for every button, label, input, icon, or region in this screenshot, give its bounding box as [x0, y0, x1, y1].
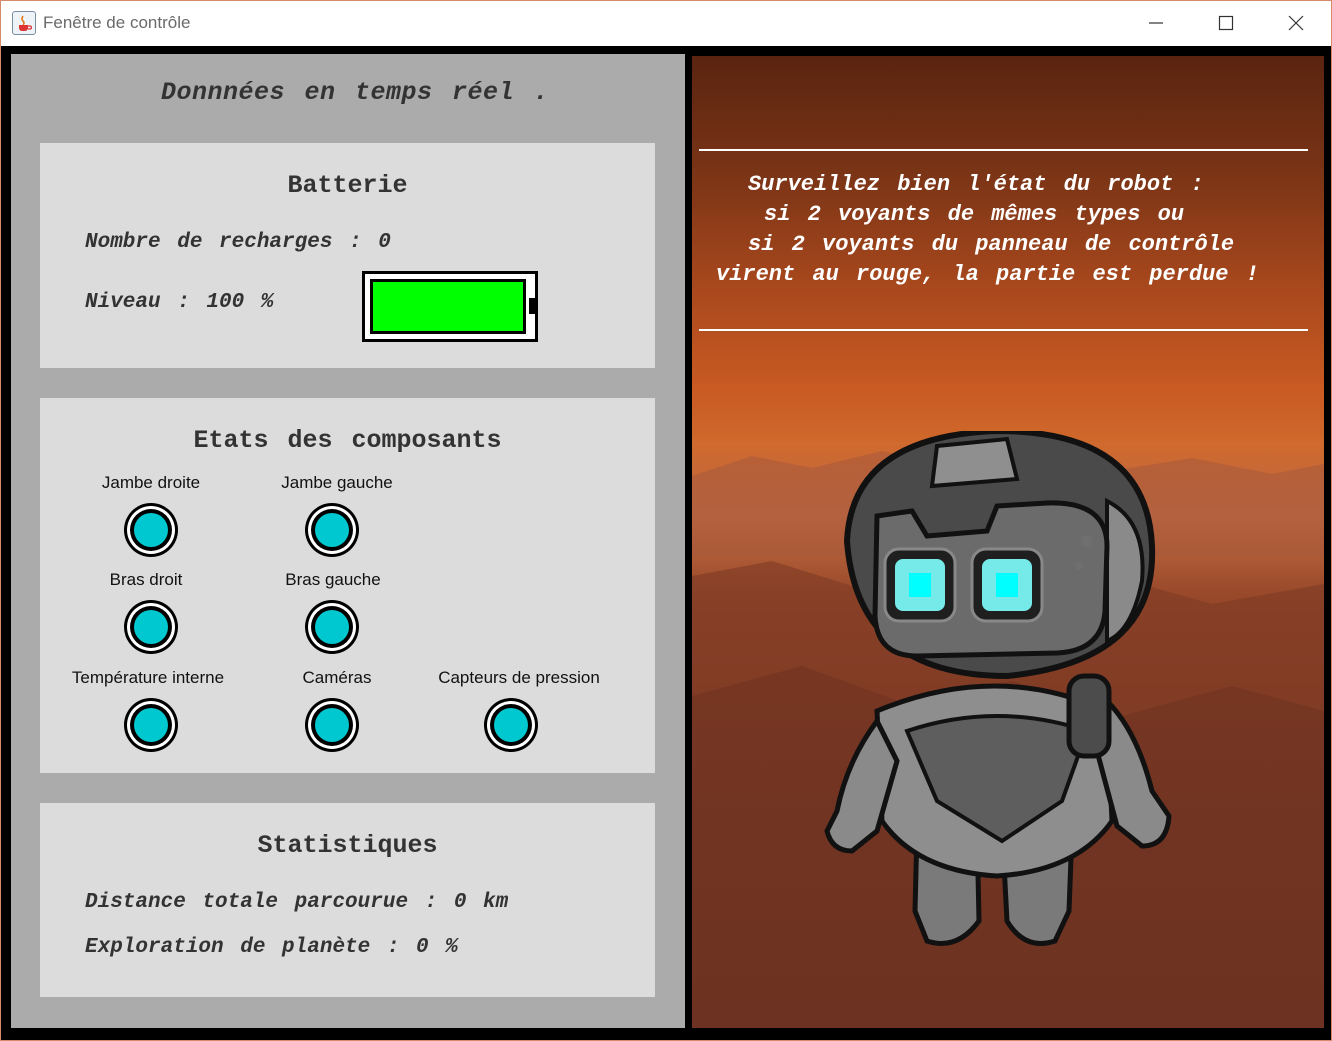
battery-title: Batterie [287, 171, 408, 200]
maximize-button[interactable] [1191, 1, 1261, 46]
window-title: Fenêtre de contrôle [43, 13, 191, 32]
close-icon [1288, 15, 1304, 31]
component-label: Bras droit [109, 570, 183, 589]
battery-card: Batterie Nombre de recharges : 0 Niveau … [40, 143, 655, 368]
warning-line: virent au rouge, la partie est perdue ! [716, 262, 1259, 287]
component-label: Jambe droite [101, 473, 201, 492]
planet-exploration: Exploration de planète : 0 % [85, 936, 458, 959]
component-bras-droit: Bras droit [66, 570, 226, 654]
status-led-icon [124, 600, 178, 654]
warning-line: si 2 voyants de mêmes types ou [764, 202, 1185, 227]
status-led-icon [124, 503, 178, 557]
warning-line: si 2 voyants du panneau de contrôle [748, 232, 1235, 257]
maximize-icon [1218, 15, 1234, 31]
battery-icon [362, 271, 538, 342]
close-button[interactable] [1261, 1, 1331, 46]
divider-top [699, 149, 1308, 151]
component-jambe-gauche: Jambe gauche [257, 473, 417, 557]
statistics-card: Statistiques Distance totale parcourue :… [40, 803, 655, 997]
recharge-count: Nombre de recharges : 0 [85, 231, 391, 254]
statistics-title: Statistiques [257, 831, 438, 860]
battery-level-text: Niveau : 100 % [85, 291, 274, 314]
mars-scene-panel: Surveillez bien l'état du robot : si 2 v… [692, 56, 1324, 1028]
component-label: Jambe gauche [281, 473, 393, 492]
component-label: Capteurs de pression [438, 668, 600, 687]
total-distance: Distance totale parcourue : 0 km [85, 891, 509, 914]
components-card: Etats des composants Jambe droite Jambe … [40, 398, 655, 773]
warning-line: Surveillez bien l'état du robot : [748, 172, 1204, 197]
component-capteurs-pression: Capteurs de pression [429, 668, 609, 752]
component-label: Bras gauche [285, 570, 381, 589]
component-bras-gauche: Bras gauche [253, 570, 413, 654]
component-jambe-droite: Jambe droite [71, 473, 231, 557]
component-temperature-interne: Température interne [68, 668, 228, 752]
component-label: Température interne [71, 668, 225, 687]
realtime-data-panel: Donnnées en temps réel . Batterie Nombre… [11, 54, 685, 1028]
status-led-icon [305, 698, 359, 752]
battery-level-fill [373, 282, 523, 331]
panel-heading: Donnnées en temps réel . [160, 78, 550, 107]
component-cameras: Caméras [257, 668, 417, 752]
divider-bottom [699, 329, 1308, 331]
title-bar[interactable]: Fenêtre de contrôle [1, 1, 1331, 46]
minimize-button[interactable] [1121, 1, 1191, 46]
minimize-icon [1149, 22, 1163, 24]
status-led-icon [305, 600, 359, 654]
status-led-icon [484, 698, 538, 752]
robot-illustration [824, 431, 1172, 946]
application-window: Fenêtre de contrôle Donnnées en temps ré… [0, 0, 1332, 1041]
component-label: Caméras [302, 668, 372, 687]
components-title: Etats des composants [193, 426, 502, 455]
status-led-icon [305, 503, 359, 557]
battery-body [370, 279, 526, 334]
battery-terminal [529, 298, 535, 314]
java-app-icon [12, 11, 36, 35]
status-led-icon [124, 698, 178, 752]
